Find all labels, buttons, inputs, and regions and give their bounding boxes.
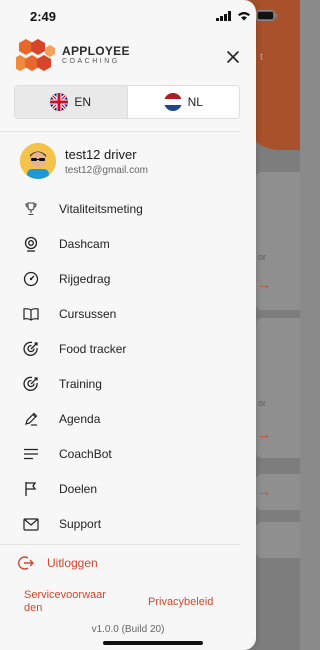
menu-label: Rijgedrag: [59, 272, 111, 286]
menu-item-agenda[interactable]: Agenda: [0, 402, 256, 436]
target-icon: [22, 375, 40, 393]
speedometer-icon: [22, 270, 40, 288]
logout-button[interactable]: Uitloggen: [18, 555, 98, 571]
user-profile[interactable]: test12 driver test12@gmail.com: [20, 143, 148, 179]
status-bar: 2:49: [0, 0, 300, 32]
background-card-arrow: →: [257, 483, 271, 499]
menu-item-doelen[interactable]: Doelen: [0, 472, 256, 506]
background-card-arrow: →: [257, 276, 271, 292]
menu-item-food-tracker[interactable]: Food tracker: [0, 332, 256, 366]
brand-name: APPLOYEE: [62, 44, 130, 58]
menu-item-cursussen[interactable]: Cursussen: [0, 297, 256, 331]
language-switcher: EN NL: [14, 85, 240, 119]
uk-flag-icon: [50, 93, 69, 111]
menu-item-support[interactable]: Support: [0, 507, 256, 541]
divider: [0, 544, 240, 545]
menu-item-vitaliteitsmeting[interactable]: Vitaliteitsmeting: [0, 192, 256, 226]
menu-label: CoachBot: [59, 447, 112, 461]
brand-logo: APPLOYEE COACHING: [16, 38, 130, 72]
terms-line: Servicevoorwaar: [24, 589, 106, 601]
trophy-icon: [22, 200, 40, 218]
terms-line: den: [24, 602, 43, 614]
language-option-en[interactable]: EN: [15, 86, 128, 118]
logout-label: Uitloggen: [47, 556, 98, 570]
background-skip-hint: t: [260, 52, 263, 63]
status-icons: [216, 10, 278, 21]
background-card-text: or: [258, 252, 267, 262]
menu-label: Vitaliteitsmeting: [59, 202, 143, 216]
home-indicator: [103, 641, 203, 645]
close-icon: [227, 51, 239, 63]
menu-item-coachbot[interactable]: CoachBot: [0, 437, 256, 471]
user-email: test12@gmail.com: [65, 164, 148, 176]
nl-flag-icon: [163, 93, 182, 111]
menu-label: Agenda: [59, 412, 101, 426]
menu-label: Cursussen: [59, 307, 117, 321]
hexagon-logo-icon: [16, 39, 55, 71]
language-option-nl[interactable]: NL: [128, 86, 240, 118]
book-icon: [22, 305, 40, 323]
menu-item-dashcam[interactable]: Dashcam: [0, 227, 256, 261]
background-card-arrow: →: [257, 426, 271, 442]
menu-label: Dashcam: [59, 237, 110, 251]
target-icon: [22, 340, 40, 358]
menu-label: Training: [59, 377, 102, 391]
background-card: [256, 522, 300, 558]
wifi-icon: [238, 11, 250, 20]
close-drawer-button[interactable]: [222, 46, 244, 68]
brand-subtitle: COACHING: [62, 58, 120, 65]
menu-label: Support: [59, 517, 102, 531]
menu-label: Food tracker: [59, 342, 127, 356]
logout-icon: [18, 556, 34, 570]
menu-item-training[interactable]: Training: [0, 367, 256, 401]
mail-icon: [22, 515, 40, 533]
language-label-en: EN: [74, 95, 92, 109]
status-time: 2:49: [30, 9, 57, 24]
app-version: v1.0.0 (Build 20): [91, 624, 165, 635]
menu-item-rijgedrag[interactable]: Rijgedrag: [0, 262, 256, 296]
user-avatar-icon: [20, 143, 56, 179]
terms-of-service-link[interactable]: Servicevoorwaar den: [24, 589, 106, 615]
battery-icon: [256, 10, 277, 21]
pencil-icon: [22, 410, 40, 428]
navigation-drawer: APPLOYEE COACHING EN NL test12 driver te…: [0, 0, 256, 650]
camera-icon: [22, 235, 40, 253]
flag-icon: [22, 480, 40, 498]
privacy-policy-link[interactable]: Privacybeleid: [148, 596, 213, 609]
menu-label: Doelen: [59, 482, 98, 496]
lines-icon: [22, 445, 40, 463]
user-name: test12 driver: [65, 146, 137, 162]
avatar: [20, 143, 56, 179]
background-card-text: or: [258, 398, 267, 408]
divider: [0, 131, 240, 132]
language-label-nl: NL: [187, 95, 203, 109]
signal-icon: [216, 10, 231, 21]
